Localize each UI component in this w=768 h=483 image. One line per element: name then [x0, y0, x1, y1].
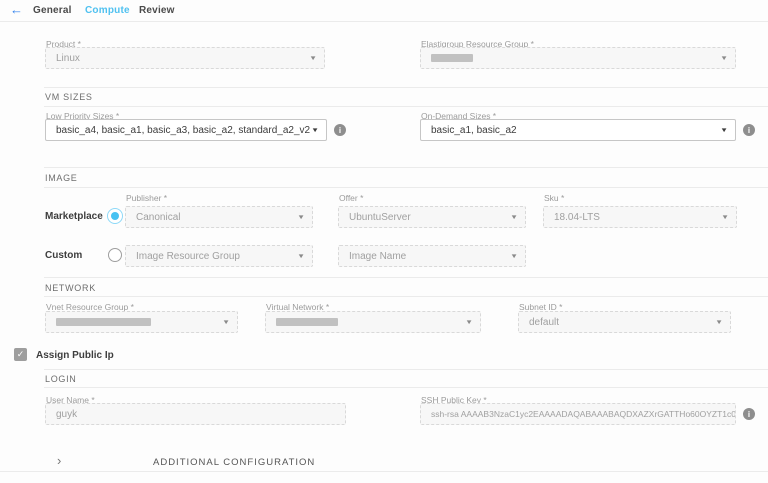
section-divider	[44, 387, 768, 388]
caret-down-icon: ▼	[510, 252, 518, 259]
login-section-title: LOGIN	[45, 374, 77, 384]
section-divider	[44, 277, 768, 278]
image-resource-group-select[interactable]: Image Resource Group ▼	[125, 245, 313, 267]
offer-value: UbuntuServer	[339, 212, 429, 223]
on-demand-sizes-value: basic_a1, basic_a2	[421, 125, 535, 136]
publisher-select[interactable]: Canonical ▼	[125, 206, 313, 228]
elastigroup-resource-group-select[interactable]: ▼	[420, 47, 736, 69]
bottom-divider	[0, 471, 768, 472]
user-name-value: guyk	[46, 409, 95, 420]
tab-review[interactable]: Review	[139, 5, 175, 16]
info-icon[interactable]: i	[334, 124, 346, 136]
redacted-value	[431, 54, 473, 62]
offer-label: Offer *	[339, 193, 363, 203]
caret-down-icon: ▼	[465, 318, 473, 325]
vm-sizes-section-title: VM SIZES	[45, 92, 93, 102]
section-divider	[44, 106, 768, 107]
product-value: Linux	[46, 53, 98, 64]
image-name-placeholder: Image Name	[339, 251, 424, 262]
marketplace-label: Marketplace	[45, 211, 103, 222]
sku-label: Sku *	[544, 193, 564, 203]
sku-value: 18.04-LTS	[544, 212, 618, 223]
on-demand-sizes-select[interactable]: basic_a1, basic_a2 ▼	[420, 119, 736, 141]
radio-dot	[111, 212, 119, 220]
elastigroup-compute-page: ← General Compute Review Product * Linux…	[0, 0, 768, 483]
caret-down-icon: ▼	[297, 213, 305, 220]
offer-select[interactable]: UbuntuServer ▼	[338, 206, 526, 228]
product-select[interactable]: Linux ▼	[45, 47, 325, 69]
back-icon[interactable]: ←	[10, 2, 23, 17]
caret-down-icon: ▼	[510, 213, 518, 220]
publisher-label: Publisher *	[126, 193, 167, 203]
header-divider	[0, 21, 768, 22]
sku-select[interactable]: 18.04-LTS ▼	[543, 206, 737, 228]
section-divider	[44, 369, 768, 370]
caret-down-icon: ▼	[721, 213, 729, 220]
image-resource-group-placeholder: Image Resource Group	[126, 251, 258, 262]
image-section-title: IMAGE	[45, 173, 78, 183]
subnet-id-select[interactable]: default ▼	[518, 311, 731, 333]
caret-down-icon: ▼	[715, 318, 723, 325]
additional-configuration-toggle[interactable]: ADDITIONAL CONFIGURATION	[153, 457, 315, 468]
virtual-network-select[interactable]: ▼	[265, 311, 481, 333]
tab-compute[interactable]: Compute	[85, 5, 130, 16]
marketplace-radio[interactable]	[107, 208, 123, 224]
caret-down-icon: ▼	[720, 126, 728, 133]
section-divider	[44, 87, 768, 88]
network-section-title: NETWORK	[45, 283, 96, 293]
user-name-input[interactable]: guyk	[45, 403, 346, 425]
assign-public-ip-checkbox[interactable]: ✓	[14, 348, 27, 361]
image-name-select[interactable]: Image Name ▼	[338, 245, 526, 267]
custom-radio[interactable]	[108, 248, 122, 262]
tab-general[interactable]: General	[33, 5, 72, 16]
publisher-value: Canonical	[126, 212, 198, 223]
low-priority-sizes-select[interactable]: basic_a4, basic_a1, basic_a3, basic_a2, …	[45, 119, 327, 141]
ssh-public-key-input[interactable]: ssh-rsa AAAAB3NzaC1yc2EAAAADAQABAAABAQDX…	[420, 403, 736, 425]
section-divider	[44, 187, 768, 188]
ssh-public-key-value: ssh-rsa AAAAB3NzaC1yc2EAAAADAQABAAABAQDX…	[421, 409, 735, 419]
low-priority-sizes-value: basic_a4, basic_a1, basic_a3, basic_a2, …	[46, 125, 326, 136]
caret-down-icon: ▼	[311, 126, 319, 133]
section-divider	[44, 167, 768, 168]
assign-public-ip-label: Assign Public Ip	[36, 350, 114, 361]
caret-down-icon: ▼	[297, 252, 305, 259]
section-divider	[44, 296, 768, 297]
caret-down-icon: ▼	[309, 54, 317, 61]
subnet-id-value: default	[519, 317, 577, 328]
redacted-value	[276, 318, 338, 326]
custom-label: Custom	[45, 250, 82, 261]
info-icon[interactable]: i	[743, 124, 755, 136]
info-icon[interactable]: i	[743, 408, 755, 420]
caret-down-icon: ▼	[720, 54, 728, 61]
chevron-right-icon[interactable]: ›	[57, 453, 61, 468]
vnet-resource-group-select[interactable]: ▼	[45, 311, 238, 333]
redacted-value	[56, 318, 151, 326]
caret-down-icon: ▼	[222, 318, 230, 325]
